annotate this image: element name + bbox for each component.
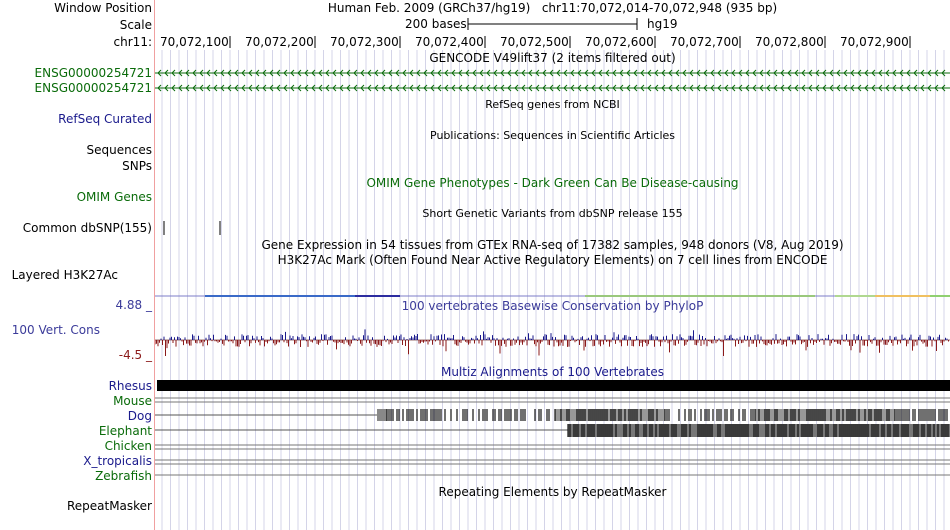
phylop-min-label: -4.5 _ [118,348,152,362]
species-label-x-tropicalis[interactable]: X_tropicalis [83,454,152,468]
ruler-tick-label: 70,072,100 [160,35,229,49]
species-label-rhesus[interactable]: Rhesus [109,379,152,393]
omim-track-title[interactable]: OMIM Gene Phenotypes - Dark Green Can Be… [155,176,950,190]
scale-label: Scale [119,18,152,32]
position-label: chr11:70,072,014-70,072,948 (935 bp) [541,1,778,15]
snps-track-label[interactable]: SNPs [122,159,152,173]
ruler-tick-label: 70,072,200 [245,35,314,49]
gene-label-1[interactable]: ENSG00000254721 [35,66,152,80]
ruler-tick-label: 70,072,800 [755,35,824,49]
phylop-negative [155,340,949,356]
omim-track-label[interactable]: OMIM Genes [77,190,152,204]
refseq-track-title[interactable]: RefSeq genes from NCBI [155,98,950,112]
species-label-elephant[interactable]: Elephant [99,424,152,438]
dbsnp-track-label[interactable]: Common dbSNP(155) [23,221,152,235]
header-line: Human Feb. 2009 (GRCh37/hg19) chr11:70,0… [155,1,950,15]
repeatmasker-track-label[interactable]: RepeatMasker [67,499,152,513]
species-label-mouse[interactable]: Mouse [113,394,152,408]
phylop-track-title[interactable]: 100 vertebrates Basewise Conservation by… [155,299,950,313]
phylop-positive [160,329,948,340]
cons-track-label[interactable]: 100 Vert. Cons [12,323,100,337]
ruler-tick-label: 70,072,700 [670,35,739,49]
browser-track-image[interactable]: Human Feb. 2009 (GRCh37/hg19) chr11:70,0… [155,0,950,530]
h3k27ac-track-title[interactable]: H3K27Ac Mark (Often Found Near Active Re… [155,253,950,267]
gencode-track-title[interactable]: GENCODE V49lift37 (2 items filtered out) [155,51,950,65]
ruler-tick-label: 70,072,400 [415,35,484,49]
gtex-track-title[interactable]: Gene Expression in 54 tissues from GTEx … [155,238,950,252]
ruler-tick-label: 70,072,600 [585,35,654,49]
db-label: hg19 [647,17,678,31]
window-position-label: Window Position [54,1,152,15]
multiz-track-title[interactable]: Multiz Alignments of 100 Vertebrates [155,365,950,379]
phylop-max-label: 4.88 _ [115,298,152,312]
ruler-tick-label: 70,072,500 [500,35,569,49]
h3k27ac-track-label[interactable]: Layered H3K27Ac [12,268,118,282]
repeatmasker-track-title[interactable]: Repeating Elements by RepeatMasker [155,485,950,499]
dbsnp-track-title[interactable]: Short Genetic Variants from dbSNP releas… [155,207,950,221]
gene-label-2[interactable]: ENSG00000254721 [35,81,152,95]
species-label-zebrafish[interactable]: Zebrafish [95,469,152,483]
elephant-alignment-block [568,424,950,437]
publications-track-title[interactable]: Publications: Sequences in Scientific Ar… [155,129,950,143]
dog-alignment-block [377,409,387,421]
refseq-track-label[interactable]: RefSeq Curated [58,112,152,126]
rhesus-alignment [157,380,950,391]
sequences-track-label[interactable]: Sequences [87,143,152,157]
species-label-dog[interactable]: Dog [128,409,152,423]
ruler-tick-label: 70,072,300 [330,35,399,49]
track-labels: Window Position Scale chr11: ENSG0000025… [0,0,154,530]
chrom-label: chr11: [113,35,152,49]
species-label-chicken[interactable]: Chicken [105,439,152,453]
scale-bar-text: 200 bases [405,17,467,31]
ruler-tick-label: 70,072,900 [840,35,909,49]
assembly-label: Human Feb. 2009 (GRCh37/hg19) [327,1,531,15]
